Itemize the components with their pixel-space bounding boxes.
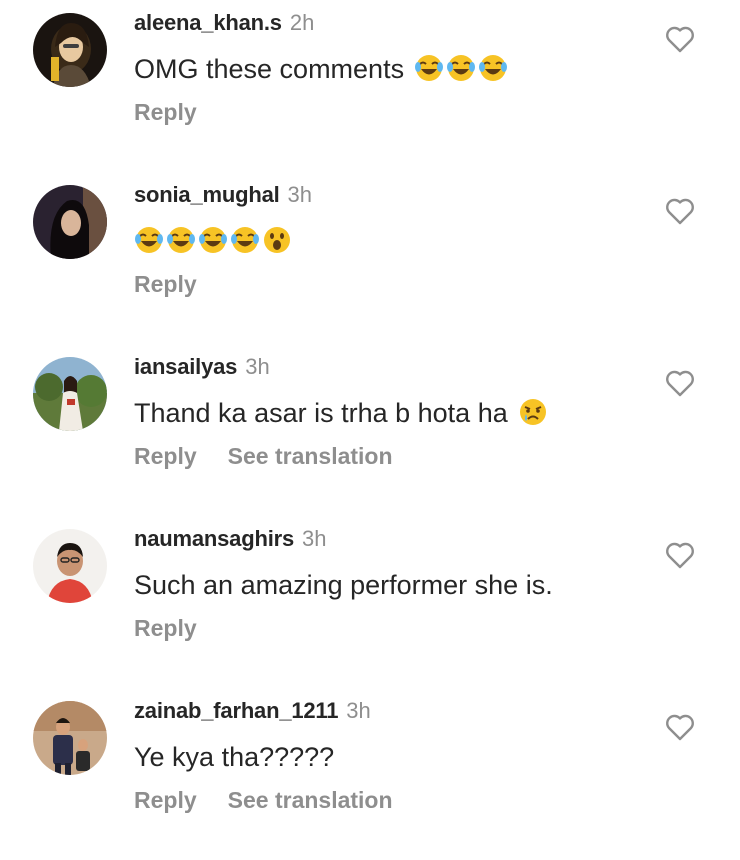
joy-emoji-icon [134, 225, 164, 255]
comment-item: zainab_farhan_1211 3h Ye kya tha????? Rep… [0, 688, 740, 860]
avatar[interactable] [33, 529, 107, 603]
username-link[interactable]: zainab_farhan_1211 [134, 698, 338, 723]
comment-text: Thand ka asar is trha b hota ha [134, 396, 548, 430]
comment-item: aleena_khan.s 2h OMG these comments Reply [0, 0, 740, 172]
see-translation-button[interactable]: See translation [228, 442, 393, 470]
heart-icon[interactable] [664, 195, 696, 227]
avatar[interactable] [33, 13, 107, 87]
timestamp: 3h [287, 182, 313, 207]
joy-emoji-icon [414, 53, 444, 83]
comment-actions: Reply See translation [134, 786, 393, 814]
reply-button[interactable]: Reply [134, 614, 197, 642]
joy-emoji-icon [478, 53, 508, 83]
avatar[interactable] [33, 185, 107, 259]
reply-button[interactable]: Reply [134, 442, 197, 470]
comment-actions: Reply [134, 98, 197, 126]
username-link[interactable]: sonia_mughal [134, 182, 280, 207]
reply-button[interactable]: Reply [134, 786, 197, 814]
heart-icon[interactable] [664, 539, 696, 571]
comment-item: naumansaghirs 3h Such an amazing performe… [0, 516, 740, 688]
reply-button[interactable]: Reply [134, 98, 197, 126]
reply-button[interactable]: Reply [134, 270, 197, 298]
comment-item: sonia_mughal 3h Reply [0, 172, 740, 344]
open-mouth-emoji-icon [262, 225, 292, 255]
comment-text: Ye kya tha????? [134, 740, 334, 774]
comment-meta: sonia_mughal 3h [134, 182, 312, 208]
timestamp: 3h [245, 354, 270, 379]
heart-icon[interactable] [664, 367, 696, 399]
joy-emoji-icon [230, 225, 260, 255]
comment-actions: Reply [134, 614, 197, 642]
comment-body: Ye kya tha????? [134, 742, 335, 772]
comment-text: Such an amazing performer she is. [134, 568, 553, 602]
crying-emoji-icon [518, 397, 548, 427]
avatar[interactable] [33, 701, 107, 775]
comment-actions: Reply [134, 270, 197, 298]
comment-meta: iansailyas 3h [134, 354, 270, 380]
comment-text: OMG these comments [134, 52, 508, 86]
heart-icon[interactable] [664, 23, 696, 55]
joy-emoji-icon [198, 225, 228, 255]
comment-meta: naumansaghirs 3h [134, 526, 327, 552]
comment-body: Such an amazing performer she is. [134, 570, 553, 600]
comment-meta: aleena_khan.s 2h [134, 10, 314, 36]
comment-actions: Reply See translation [134, 442, 393, 470]
comment-meta: zainab_farhan_1211 3h [134, 698, 371, 724]
joy-emoji-icon [446, 53, 476, 83]
timestamp: 2h [289, 10, 315, 35]
username-link[interactable]: naumansaghirs [134, 526, 294, 551]
comment-item: iansailyas 3h Thand ka asar is trha b hot… [0, 344, 740, 516]
username-link[interactable]: iansailyas [134, 354, 237, 379]
comment-body: OMG these comments [134, 54, 405, 84]
see-translation-button[interactable]: See translation [228, 786, 393, 814]
avatar[interactable] [33, 357, 107, 431]
timestamp: 3h [346, 698, 371, 723]
comment-text [134, 224, 292, 258]
username-link[interactable]: aleena_khan.s [134, 10, 282, 35]
joy-emoji-icon [166, 225, 196, 255]
heart-icon[interactable] [664, 711, 696, 743]
timestamp: 3h [302, 526, 327, 551]
comment-body: Thand ka asar is trha b hota ha [134, 398, 508, 428]
